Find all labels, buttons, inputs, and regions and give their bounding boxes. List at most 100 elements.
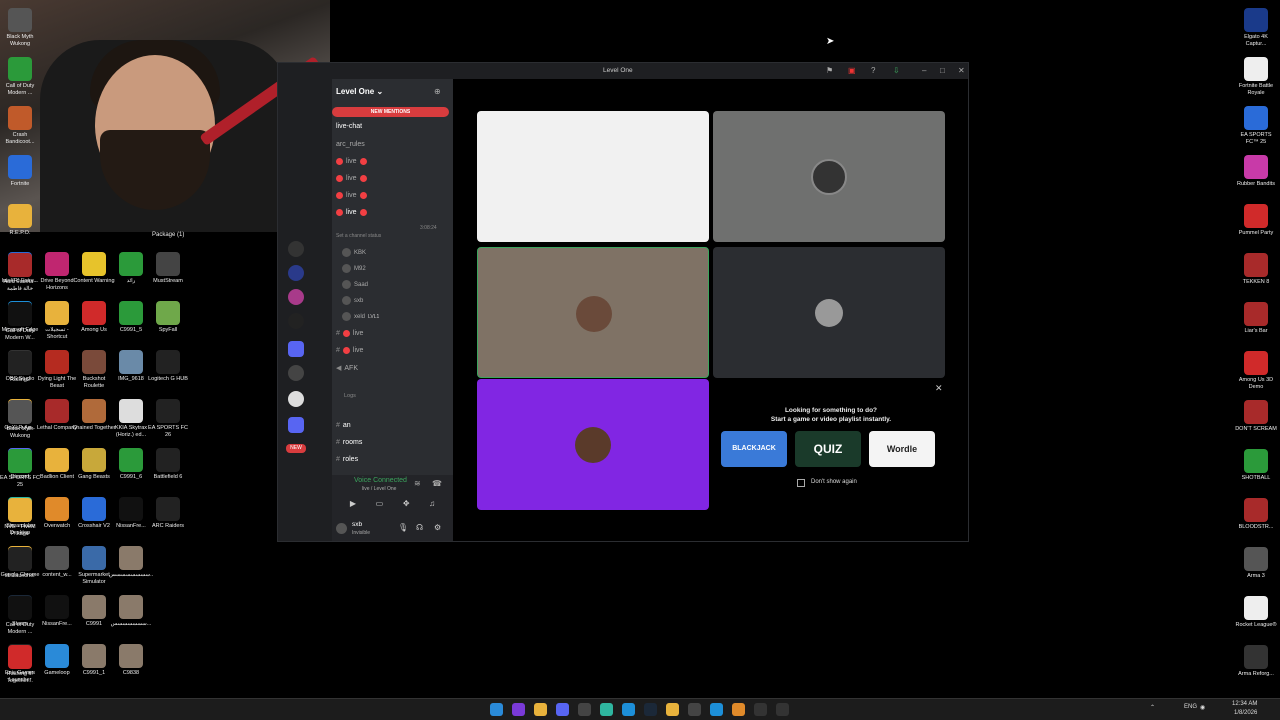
desktop-icon[interactable]: C9991 <box>74 595 114 628</box>
desktop-icon[interactable]: رائد <box>111 252 151 285</box>
desktop-icon[interactable]: Gameloop <box>37 644 77 677</box>
channel-item[interactable]: ◀ AFK <box>336 364 358 373</box>
server-icon[interactable] <box>288 241 304 257</box>
desktop-icon[interactable]: DON'T SCREAM <box>1235 400 1277 433</box>
desktop-icon[interactable]: Rocket League® <box>1235 596 1277 629</box>
desktop-icon[interactable]: Arma Reforg... <box>1236 645 1276 678</box>
desktop-icon[interactable]: Gang Beasts <box>74 448 114 481</box>
close-icon[interactable]: ✕ <box>958 66 965 75</box>
maximize-icon[interactable]: □ <box>940 66 945 75</box>
desktop-icon[interactable]: Elgato 4K Captur... <box>1236 8 1276 48</box>
language[interactable]: ENG <box>1184 704 1197 710</box>
desktop-icon[interactable]: Overwatch <box>37 497 77 530</box>
app-icon[interactable] <box>600 703 613 716</box>
new-mentions-banner[interactable]: NEW MENTIONS <box>332 107 449 117</box>
channel-item[interactable]: # live <box>336 330 363 337</box>
channel-item[interactable]: live <box>336 158 367 165</box>
server-icon[interactable] <box>288 365 304 381</box>
desktop-icon[interactable]: Black Myth Wukong <box>0 8 40 48</box>
desktop-icon[interactable]: Among Us 3D Demo <box>1236 351 1276 391</box>
network-icon[interactable]: ◉ <box>1200 704 1205 711</box>
camera-icon[interactable]: ▶ <box>350 499 356 513</box>
server-icon[interactable] <box>288 313 304 329</box>
desktop-icon[interactable]: EA SPORTS FC 26 <box>148 399 188 439</box>
desktop-icon[interactable]: Call of Duty Modern W... <box>0 302 40 342</box>
desktop-icon[interactable]: Badlion Client <box>37 448 77 481</box>
inbox-icon[interactable]: ⚑ <box>826 66 833 75</box>
desktop-icon[interactable]: Call of Duty Modern ... <box>0 596 40 636</box>
app-icon[interactable] <box>776 703 789 716</box>
video-tile[interactable] <box>477 111 709 242</box>
close-icon[interactable]: ✕ <box>935 383 943 394</box>
channel-status[interactable]: Set a channel status <box>336 233 381 239</box>
voice-user[interactable]: Saad <box>342 280 368 289</box>
tray-chevron-icon[interactable]: ⌃ <box>1150 704 1155 711</box>
desktop-icon[interactable]: C9991_5 <box>111 301 151 334</box>
voice-user[interactable]: xeld LVL1 <box>342 312 379 321</box>
screenshare-icon[interactable]: ▭ <box>376 499 384 513</box>
voice-user[interactable]: KBK <box>342 248 366 257</box>
video-tile[interactable] <box>713 111 945 242</box>
video-tile[interactable] <box>713 247 945 378</box>
app-icon[interactable] <box>754 703 767 716</box>
server-name[interactable]: Level One ⌄ <box>336 87 383 96</box>
activity-icon[interactable]: ✥ <box>403 499 410 513</box>
desktop-icon[interactable]: Rolling2 <box>0 351 40 384</box>
desktop-icon[interactable]: Crosshair V2 <box>74 497 114 530</box>
desktop-icon[interactable]: Pummel Party <box>1236 204 1276 237</box>
desktop-icon[interactable]: content_w... <box>37 546 77 579</box>
desktop-icon[interactable]: Call of Duty Modern ... <box>0 57 40 97</box>
desktop-icon[interactable]: Among Us <box>74 301 114 334</box>
desktop-icon[interactable]: Dying Light The Beast <box>37 350 77 390</box>
copilot-icon[interactable] <box>512 703 525 716</box>
desktop-icon[interactable]: SpyFall <box>148 301 188 334</box>
desktop-icon[interactable]: Supermarket Simulator <box>74 546 114 586</box>
app-icon[interactable] <box>732 703 745 716</box>
desktop-icon[interactable]: Logitech G HUB <box>148 350 188 383</box>
explorer-icon[interactable] <box>534 703 547 716</box>
screen-icon[interactable]: ▣ <box>848 66 856 75</box>
package-label[interactable]: Package (1) <box>152 232 184 238</box>
server-icon[interactable] <box>288 391 304 407</box>
app-icon[interactable] <box>622 703 635 716</box>
avatar[interactable] <box>336 523 347 534</box>
desktop-icon[interactable]: Black Myth Wukong <box>0 400 40 440</box>
download-icon[interactable]: ⇩ <box>893 66 900 75</box>
wordle-card[interactable]: Wordle <box>869 431 935 467</box>
help-icon[interactable]: ? <box>871 66 875 75</box>
desktop-icon[interactable]: Buckshot Roulette <box>74 350 114 390</box>
server-icon[interactable] <box>288 289 304 305</box>
clock-date[interactable]: 1/8/2026 <box>1234 710 1257 716</box>
minimize-icon[interactable]: – <box>922 66 926 75</box>
disconnect-icon[interactable]: ☎ <box>432 479 442 488</box>
video-tile[interactable] <box>477 379 709 510</box>
settings-icon[interactable]: ⚙ <box>434 523 441 532</box>
voice-user[interactable]: sxb <box>342 296 363 305</box>
voice-user[interactable]: M92 <box>342 264 366 273</box>
channel-item[interactable]: live <box>336 175 367 182</box>
category-logs[interactable]: Logs <box>344 393 356 399</box>
desktop-icon[interactable]: Lethal Company <box>37 399 77 432</box>
steam-icon[interactable] <box>644 703 657 716</box>
desktop-icon[interactable]: EA SPORTS FC™ 25 <box>1236 106 1276 146</box>
desktop-icon[interactable]: NVE - FiveM P..kage <box>0 498 40 538</box>
desktop-icon[interactable]: C9991_6 <box>111 448 151 481</box>
desktop-icon[interactable]: BLOODSTR... <box>1236 498 1276 531</box>
desktop-icon[interactable]: MustStream <box>148 252 188 285</box>
app-icon[interactable] <box>688 703 701 716</box>
desktop-icon[interactable]: Drive Beyond Horizons <box>37 252 77 292</box>
channel-item[interactable]: # an <box>336 422 351 429</box>
desktop-icon[interactable]: IMG_9618 <box>111 350 151 383</box>
desktop-icon[interactable]: Battlefield 6 <box>148 448 188 481</box>
desktop-icon[interactable]: سسسسسسسس... <box>109 546 153 579</box>
desktop-icon[interactable]: Arma 3 <box>1236 547 1276 580</box>
blackjack-card[interactable]: BLACKJACK <box>721 431 787 467</box>
desktop-icon[interactable]: NissanFre... <box>37 595 77 628</box>
mic-icon[interactable]: 🎙 <box>398 523 408 532</box>
voice-connected[interactable]: Voice Connected <box>354 477 407 484</box>
start-icon[interactable] <box>490 703 503 716</box>
server-icon[interactable] <box>288 265 304 281</box>
clock-time[interactable]: 12:34 AM <box>1232 701 1257 707</box>
folder-icon[interactable] <box>288 417 304 433</box>
channel-item[interactable]: # live <box>336 347 363 354</box>
